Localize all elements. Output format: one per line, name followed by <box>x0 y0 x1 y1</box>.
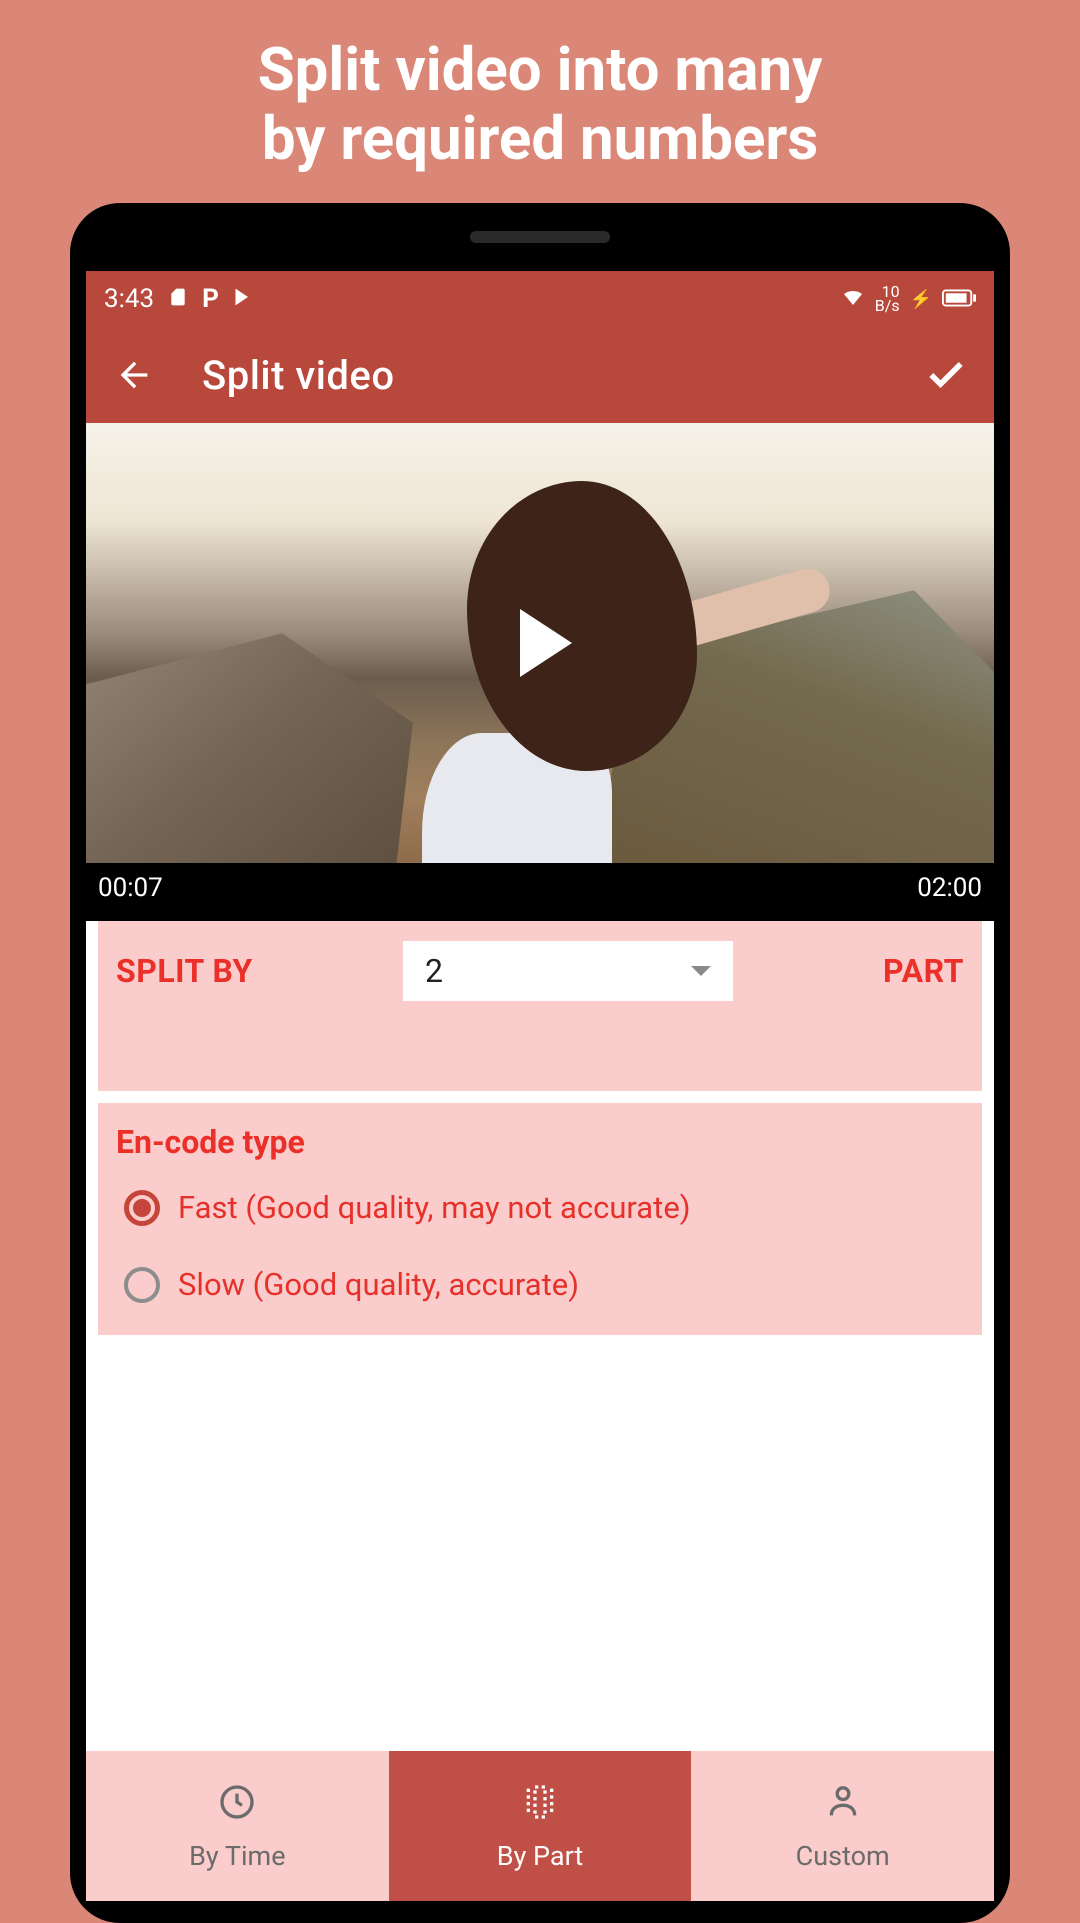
wifi-icon <box>841 284 865 315</box>
play-store-icon <box>233 284 253 314</box>
clock-icon <box>215 1780 259 1824</box>
split-by-row: SPLIT BY 2 PART <box>116 941 964 1001</box>
split-by-card: SPLIT BY 2 PART <box>98 921 982 1091</box>
promo-line-2: by required numbers <box>40 104 1040 173</box>
encode-fast-label: Fast (Good quality, may not accurate) <box>178 1189 691 1226</box>
status-bar: 3:43 P 10 B/s ⚡ <box>86 271 994 327</box>
split-count-value: 2 <box>425 952 443 990</box>
nav-custom-label: Custom <box>796 1840 890 1872</box>
filmstrip-icon <box>518 1780 562 1824</box>
encode-slow-label: Slow (Good quality, accurate) <box>178 1266 579 1303</box>
time-total: 02:00 <box>917 873 982 903</box>
promo-headline: Split video into many by required number… <box>0 0 1080 203</box>
network-speed: 10 B/s <box>875 285 900 314</box>
radio-selected-icon <box>124 1190 160 1226</box>
split-by-label: SPLIT BY <box>116 952 253 990</box>
back-button[interactable] <box>110 351 158 399</box>
video-thumbnail[interactable] <box>86 423 994 863</box>
nav-by-time[interactable]: By Time <box>86 1751 389 1901</box>
encode-option-fast[interactable]: Fast (Good quality, may not accurate) <box>116 1189 964 1226</box>
arrow-left-icon <box>114 355 154 395</box>
chevron-down-icon <box>691 966 711 976</box>
person-icon <box>821 1780 865 1824</box>
play-icon <box>520 609 572 677</box>
bottom-nav: By Time By Part Custom <box>86 1751 994 1901</box>
promo-line-1: Split video into many <box>40 35 1040 104</box>
nav-by-part-label: By Part <box>497 1840 584 1872</box>
main-content: SPLIT BY 2 PART En-code type Fast (Good … <box>86 921 994 1901</box>
confirm-button[interactable] <box>922 351 970 399</box>
app-notification-icon: P <box>202 284 219 314</box>
bg-rock-left <box>86 608 413 863</box>
video-preview-area: 00:07 02:00 <box>86 423 994 921</box>
status-right: 10 B/s ⚡ <box>841 284 976 315</box>
split-unit-label: PART <box>883 952 964 990</box>
check-icon <box>924 353 968 397</box>
page-title: Split video <box>202 352 878 399</box>
status-left: 3:43 P <box>104 284 253 314</box>
app-bar: Split video <box>86 327 994 423</box>
nav-by-time-label: By Time <box>189 1840 285 1872</box>
split-count-select[interactable]: 2 <box>403 941 733 1001</box>
video-time-bar: 00:07 02:00 <box>86 863 994 921</box>
encode-type-card: En-code type Fast (Good quality, may not… <box>98 1103 982 1335</box>
encode-option-slow[interactable]: Slow (Good quality, accurate) <box>116 1266 964 1303</box>
encode-type-title: En-code type <box>116 1123 964 1161</box>
bg-hair <box>467 481 697 771</box>
status-time: 3:43 <box>104 284 154 314</box>
phone-screen: 3:43 P 10 B/s ⚡ <box>86 271 994 1901</box>
phone-speaker <box>470 231 610 243</box>
charging-icon: ⚡ <box>910 289 932 310</box>
nav-custom[interactable]: Custom <box>691 1751 994 1901</box>
sd-card-icon <box>168 284 188 314</box>
phone-frame: 3:43 P 10 B/s ⚡ <box>70 203 1010 1923</box>
radio-unselected-icon <box>124 1267 160 1303</box>
nav-by-part[interactable]: By Part <box>389 1751 692 1901</box>
time-current: 00:07 <box>98 873 163 903</box>
battery-icon <box>942 284 976 314</box>
